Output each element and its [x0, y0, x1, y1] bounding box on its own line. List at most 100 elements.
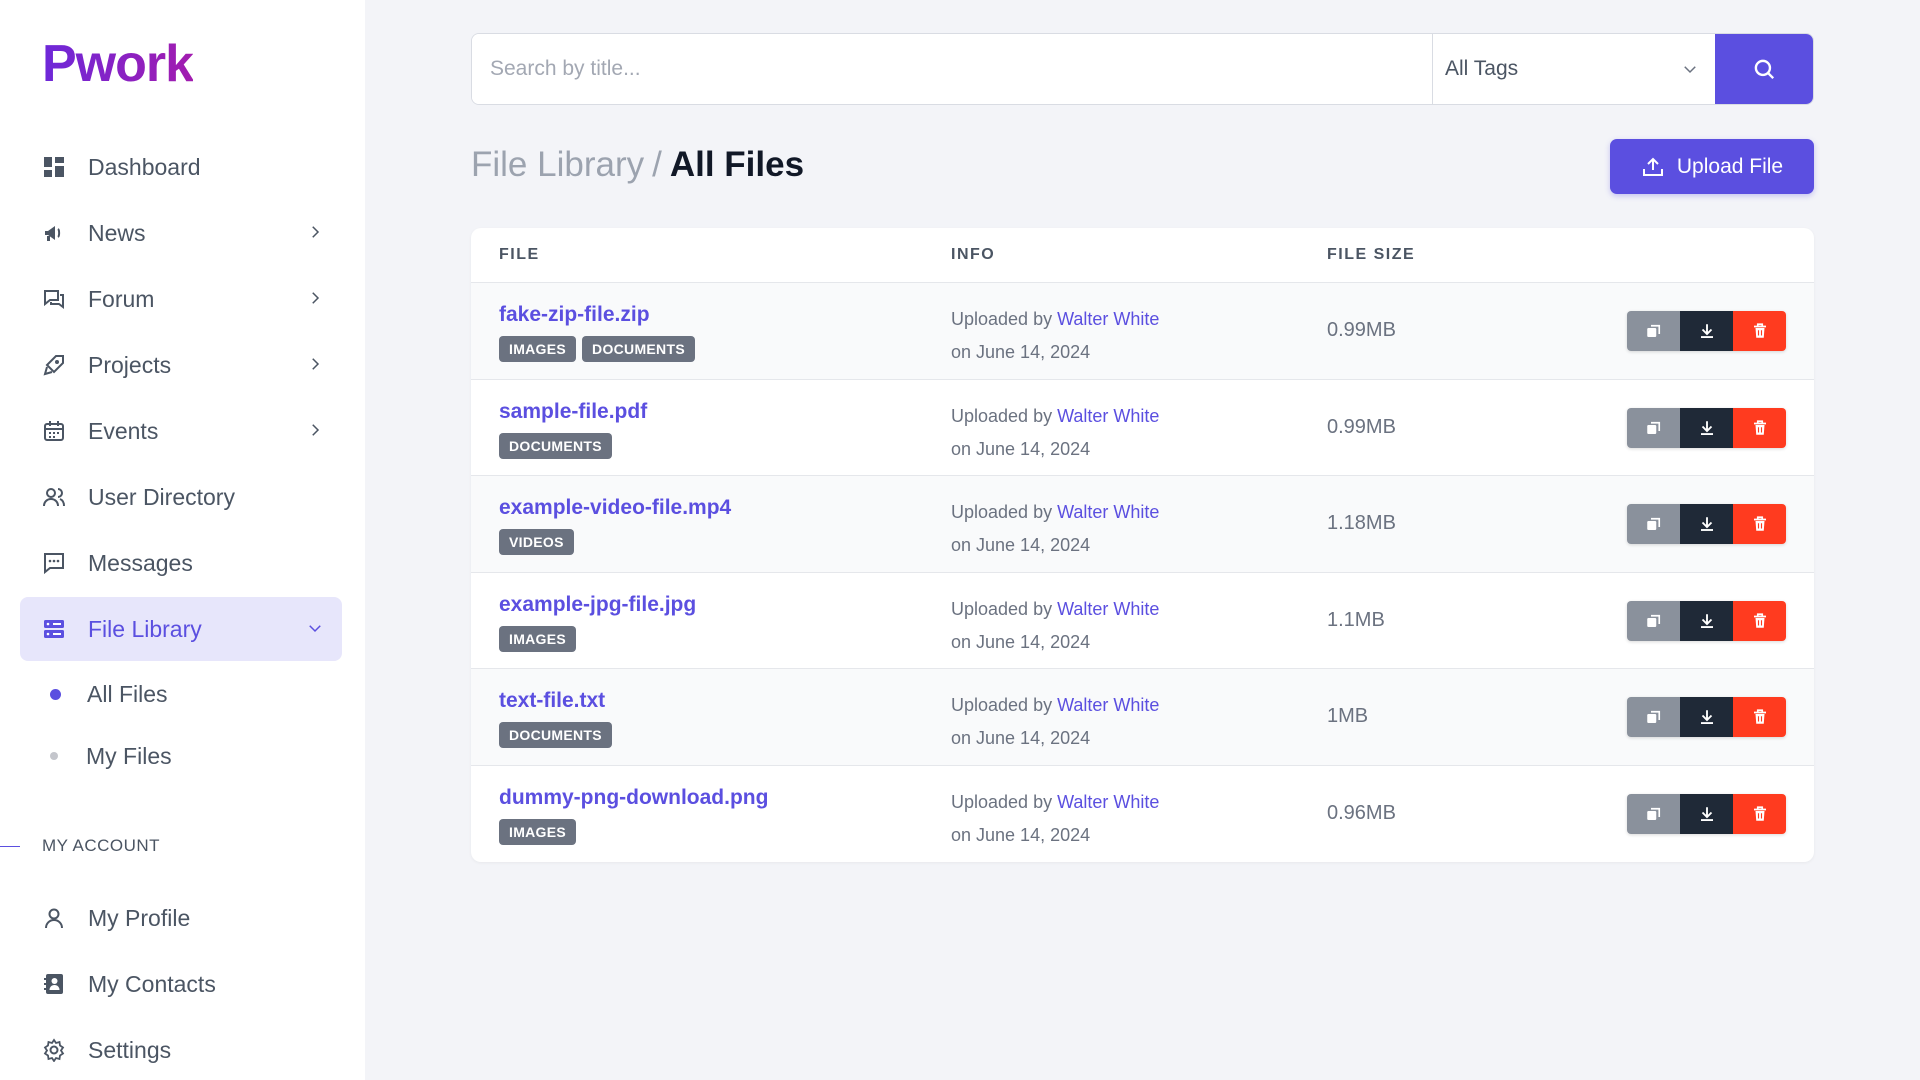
- megaphone-icon: [42, 221, 66, 245]
- sidebar-item-label: File Library: [88, 615, 202, 642]
- sidebar-item-my-profile[interactable]: My Profile: [20, 886, 342, 950]
- file-size: 0.96MB: [1327, 801, 1396, 824]
- file-size: 0.99MB: [1327, 319, 1396, 341]
- file-name-link[interactable]: text-file.txt: [499, 689, 605, 713]
- section-label-my-account: MY ACCOUNT: [42, 836, 161, 855]
- dashboard-icon: [42, 155, 66, 179]
- sidebar-item-news[interactable]: News: [20, 201, 342, 265]
- sidebar-item-messages[interactable]: Messages: [20, 531, 342, 595]
- delete-button[interactable]: [1733, 793, 1786, 834]
- upload-button-label: Upload File: [1676, 154, 1784, 178]
- copy-button[interactable]: [1627, 697, 1680, 737]
- download-icon: [1700, 517, 1713, 531]
- file-name-link[interactable]: example-jpg-file.jpg: [499, 593, 696, 617]
- sidebar-item-label: News: [88, 219, 146, 246]
- delete-button[interactable]: [1733, 600, 1786, 641]
- row-actions: [1627, 311, 1786, 351]
- sidebar-item-my-contacts[interactable]: My Contacts: [20, 952, 342, 1016]
- download-button[interactable]: [1680, 793, 1733, 834]
- download-icon: [1700, 613, 1713, 628]
- uploader-link[interactable]: Walter White: [1057, 695, 1159, 715]
- tag-filter-select[interactable]: All Tags: [1432, 34, 1715, 104]
- tag-badge: DOCUMENTS: [499, 432, 612, 459]
- search-button[interactable]: [1715, 34, 1813, 104]
- contacts-icon: [42, 972, 66, 996]
- uploader-link[interactable]: Walter White: [1057, 309, 1159, 329]
- chevron-right-icon: [312, 424, 320, 436]
- sidebar-subitem-all-files[interactable]: All Files: [20, 663, 342, 725]
- file-name-link[interactable]: fake-zip-file.zip: [499, 303, 650, 327]
- delete-button[interactable]: [1733, 697, 1786, 737]
- copy-button[interactable]: [1627, 504, 1680, 544]
- sidebar: Pwork Dashboard News Forum Projects Even…: [0, 0, 365, 1080]
- download-button[interactable]: [1680, 697, 1733, 737]
- sidebar-item-user-directory[interactable]: User Directory: [20, 465, 342, 529]
- file-name-link[interactable]: example-video-file.mp4: [499, 496, 731, 520]
- trash-icon: [1753, 323, 1766, 338]
- tag-badge: DOCUMENTS: [582, 336, 695, 362]
- copy-button[interactable]: [1627, 600, 1680, 641]
- breadcrumb-parent[interactable]: File Library: [471, 145, 644, 184]
- upload-file-button[interactable]: Upload File: [1610, 139, 1814, 194]
- file-name-link[interactable]: sample-file.pdf: [499, 400, 647, 424]
- breadcrumb: File Library / All Files: [471, 145, 804, 185]
- sidebar-item-settings[interactable]: Settings: [20, 1018, 342, 1080]
- column-header-size: FILE SIZE: [1327, 246, 1416, 263]
- tag-filter-value: All Tags: [1445, 57, 1519, 80]
- download-button[interactable]: [1680, 407, 1733, 448]
- file-tags: IMAGES DOCUMENTS: [499, 336, 695, 362]
- app-logo[interactable]: Pwork: [42, 34, 194, 94]
- file-size: 1MB: [1327, 705, 1369, 727]
- sidebar-item-dashboard[interactable]: Dashboard: [20, 135, 342, 199]
- search-input[interactable]: [472, 34, 1432, 104]
- sidebar-item-projects[interactable]: Projects: [20, 333, 342, 397]
- chevron-right-icon: [312, 292, 320, 304]
- sidebar-item-events[interactable]: Events: [20, 399, 342, 463]
- trash-icon: [1753, 419, 1766, 435]
- sidebar-item-file-library[interactable]: File Library: [20, 597, 342, 661]
- upload-date: on June 14, 2024: [951, 535, 1091, 555]
- sidebar-item-label: Projects: [88, 351, 172, 378]
- sidebar-subitem-my-files[interactable]: My Files: [20, 725, 342, 787]
- row-actions: [1627, 793, 1786, 834]
- upload-date: on June 14, 2024: [951, 631, 1091, 652]
- download-button[interactable]: [1680, 600, 1733, 641]
- delete-button[interactable]: [1733, 407, 1786, 448]
- file-tags: IMAGES: [499, 818, 577, 845]
- file-tags: IMAGES: [499, 625, 577, 652]
- uploader-link[interactable]: Walter White: [1057, 599, 1159, 619]
- chevron-down-icon: [309, 625, 321, 633]
- section-divider: [0, 846, 20, 847]
- uploader-link[interactable]: Walter White: [1057, 406, 1159, 426]
- table-body: fake-zip-file.zip IMAGES DOCUMENTS Uploa…: [471, 283, 1814, 862]
- copy-icon: [1646, 710, 1660, 723]
- copy-icon: [1646, 807, 1660, 820]
- message-icon: [42, 551, 66, 575]
- column-header-info: INFO: [951, 246, 996, 263]
- copy-button[interactable]: [1627, 793, 1680, 834]
- download-button[interactable]: [1680, 504, 1733, 544]
- gear-icon: [42, 1038, 66, 1062]
- rocket-icon: [42, 353, 66, 377]
- row-actions: [1627, 407, 1786, 448]
- uploaded-by-label: Uploaded by: [951, 791, 1053, 812]
- uploaded-by-label: Uploaded by: [951, 309, 1053, 329]
- download-icon: [1700, 806, 1713, 821]
- delete-button[interactable]: [1733, 504, 1786, 544]
- users-icon: [42, 485, 66, 509]
- uploaded-by-label: Uploaded by: [951, 598, 1053, 619]
- file-info: Uploaded by Walter White on June 14, 202…: [951, 400, 1159, 466]
- uploader-link[interactable]: Walter White: [1057, 502, 1159, 522]
- download-button[interactable]: [1680, 311, 1733, 351]
- file-tags: DOCUMENTS: [499, 722, 612, 748]
- file-name-link[interactable]: dummy-png-download.png: [499, 786, 768, 810]
- file-size: 0.99MB: [1327, 415, 1396, 438]
- copy-button[interactable]: [1627, 311, 1680, 351]
- chevron-down-icon: [1684, 66, 1696, 74]
- upload-icon: [1642, 157, 1663, 176]
- copy-button[interactable]: [1627, 407, 1680, 448]
- tag-badge: IMAGES: [499, 625, 577, 652]
- uploader-link[interactable]: Walter White: [1057, 792, 1159, 812]
- sidebar-item-forum[interactable]: Forum: [20, 267, 342, 331]
- delete-button[interactable]: [1733, 311, 1786, 351]
